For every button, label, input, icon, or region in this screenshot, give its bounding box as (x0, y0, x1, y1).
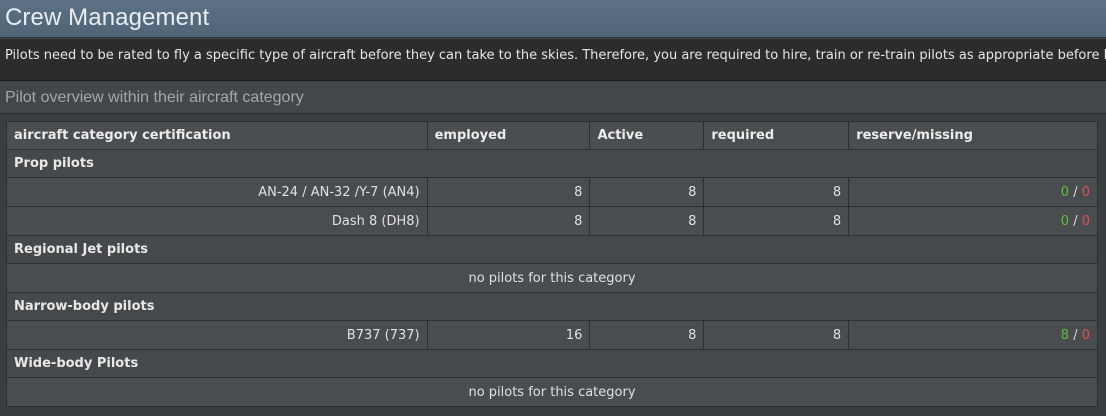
reserve-missing-cell: 8 / 0 (848, 320, 1098, 350)
column-header-employed[interactable]: employed (426, 121, 591, 150)
empty-category-text: no pilots for this category (6, 377, 1098, 407)
category-label: Narrow-body pilots (6, 292, 1098, 321)
reserve-missing-cell: 0 / 0 (848, 206, 1098, 236)
column-header-required[interactable]: required (703, 121, 850, 150)
active-cell: 8 (589, 177, 705, 207)
aircraft-type-cell: B737 (737) (6, 320, 428, 350)
intro-banner: Pilots need to be rated to fly a specifi… (0, 39, 1106, 81)
category-label: Prop pilots (6, 149, 1098, 178)
section-title: Pilot overview within their aircraft cat… (5, 89, 304, 106)
reserve-value: 0 (1060, 184, 1070, 200)
category-row-wide-body: Wide-body Pilots (6, 349, 1098, 378)
table-header-row: aircraft category certification employed… (6, 121, 1098, 150)
employed-cell: 8 (426, 177, 591, 207)
category-row-regional-jet: Regional Jet pilots (6, 235, 1098, 264)
missing-value: 0 (1081, 213, 1090, 229)
category-row-prop: Prop pilots (6, 149, 1098, 178)
intro-text: Pilots need to be rated to fly a specifi… (5, 48, 1106, 63)
reserve-missing-cell: 0 / 0 (848, 177, 1098, 207)
active-cell: 8 (589, 320, 705, 350)
empty-category-row: no pilots for this category (6, 377, 1098, 407)
reserve-value: 0 (1060, 213, 1070, 229)
required-cell: 8 (703, 320, 850, 350)
category-row-narrow-body: Narrow-body pilots (6, 292, 1098, 321)
separator: / (1073, 184, 1078, 200)
empty-category-text: no pilots for this category (6, 263, 1098, 293)
column-header-reserve-missing[interactable]: reserve/missing (848, 121, 1098, 150)
required-cell: 8 (703, 206, 850, 236)
employed-cell: 8 (426, 206, 591, 236)
separator: / (1073, 213, 1078, 229)
title-bar: Crew Management (0, 0, 1106, 38)
aircraft-type-cell: AN-24 / AN-32 /Y-7 (AN4) (6, 177, 428, 207)
column-header-aircraft[interactable]: aircraft category certification (6, 121, 428, 150)
table-row: AN-24 / AN-32 /Y-7 (AN4) 8 8 8 0 / 0 (6, 177, 1098, 207)
missing-value: 0 (1081, 184, 1090, 200)
separator: / (1073, 327, 1078, 343)
reserve-value: 8 (1060, 327, 1070, 343)
aircraft-type-cell: Dash 8 (DH8) (6, 206, 428, 236)
required-cell: 8 (703, 177, 850, 207)
table-row: B737 (737) 16 8 8 8 / 0 (6, 320, 1098, 350)
missing-value: 0 (1081, 327, 1090, 343)
table-row: Dash 8 (DH8) 8 8 8 0 / 0 (6, 206, 1098, 236)
pilot-overview-table: aircraft category certification employed… (6, 121, 1098, 407)
category-label: Regional Jet pilots (6, 235, 1098, 264)
page-title: Crew Management (5, 4, 210, 31)
category-label: Wide-body Pilots (6, 349, 1098, 378)
employed-cell: 16 (426, 320, 591, 350)
column-header-active[interactable]: Active (589, 121, 705, 150)
section-header: Pilot overview within their aircraft cat… (0, 82, 1106, 114)
empty-category-row: no pilots for this category (6, 263, 1098, 293)
pilot-overview-panel: aircraft category certification employed… (0, 114, 1106, 416)
active-cell: 8 (589, 206, 705, 236)
